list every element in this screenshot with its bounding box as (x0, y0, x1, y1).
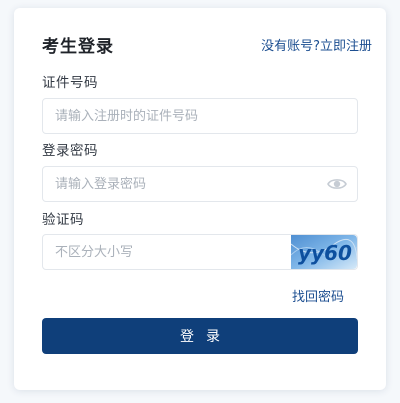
password-field[interactable] (42, 166, 358, 202)
captcha-input[interactable] (43, 235, 289, 269)
id-number-label: 证件号码 (42, 75, 98, 91)
card-header: 考生登录 没有账号?立即注册 (42, 36, 372, 58)
id-number-input[interactable] (43, 99, 357, 133)
register-link[interactable]: 没有账号?立即注册 (261, 38, 372, 56)
eye-icon[interactable] (327, 176, 347, 192)
forgot-password-link[interactable]: 找回密码 (292, 289, 344, 307)
id-number-field[interactable] (42, 98, 358, 134)
captcha-image[interactable]: yy60 (291, 235, 357, 269)
password-input[interactable] (43, 167, 357, 201)
login-button[interactable]: 登录 (42, 318, 358, 354)
captcha-field[interactable]: yy60 (42, 234, 358, 270)
login-card: 考生登录 没有账号?立即注册 证件号码 登录密码 验证码 (14, 8, 386, 390)
page-title: 考生登录 (42, 37, 114, 57)
password-label: 登录密码 (42, 143, 98, 159)
captcha-text: yy60 (298, 241, 352, 265)
captcha-label: 验证码 (42, 212, 84, 228)
